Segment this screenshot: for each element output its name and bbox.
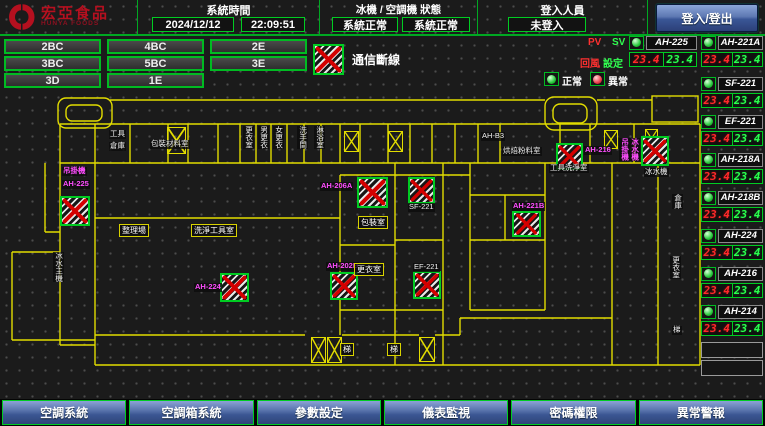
floor-plan-drawing [0,0,765,426]
comm-fail-icon[interactable] [408,177,435,204]
room-label: 更衣室 [243,126,254,149]
room-label: 梯 [340,343,354,356]
room-label: EF-221 [413,263,440,272]
room-label: 淋浴室 [314,126,325,149]
room-label: 梯 [387,343,401,356]
room-label: SF-221 [408,203,435,212]
room-label: 女更衣 [273,126,284,149]
room-label: 整理場 [119,224,149,237]
hmi-screen: 宏亞食品 HUNYA FOODS 系統時間 2024/12/12 22:09:5… [0,0,765,426]
room-label: 洗手間 [297,126,308,149]
room-label: 男更衣 [258,126,269,149]
room-label: 工具洗淨室 [549,164,589,173]
comm-fail-icon[interactable] [60,196,90,226]
room-label: 倉庫 [109,142,126,151]
room-label: 更衣室 [354,263,384,276]
comm-fail-icon[interactable] [413,271,441,299]
stair-icon [311,337,326,363]
room-label: 洗淨工具室 [191,224,237,237]
ahu-label-AH-216: AH-216 [584,146,612,155]
comm-fail-legend-icon [313,44,344,75]
room-label: AH-B3 [481,132,505,141]
comm-fail-icon[interactable] [220,273,249,302]
comm-fail-icon[interactable] [641,136,669,166]
comm-fail-icon[interactable] [330,272,358,300]
room-label: 工具 [109,130,126,139]
room-label: 烘焙粉料室 [502,147,542,156]
comm-fail-icon[interactable] [512,211,541,237]
ahu-label-冰水機: 冰水機 [629,138,640,161]
room-label: 冰水機 [644,168,669,177]
room-label: 倉庫 [672,194,683,209]
comm-fail-icon[interactable] [357,177,388,208]
stair-icon [419,337,435,362]
room-label: 包裝材料室 [150,140,190,149]
ahu-label-AH-225: AH-225 [62,180,90,189]
room-label: 包裝室 [358,216,388,229]
ahu-label-吊掛機: 吊掛機 [62,167,87,176]
ahu-label-AH-206A: AH-206A [320,182,353,191]
room-label: 梯 [672,326,682,335]
stair-icon [344,131,359,152]
ahu-label-AH-221B: AH-221B [512,202,545,211]
ahu-label-AH-224: AH-224 [194,283,222,292]
stair-icon [388,131,403,152]
room-label: 更衣室 [670,256,681,279]
room-label: 冰水主機 [53,252,64,282]
